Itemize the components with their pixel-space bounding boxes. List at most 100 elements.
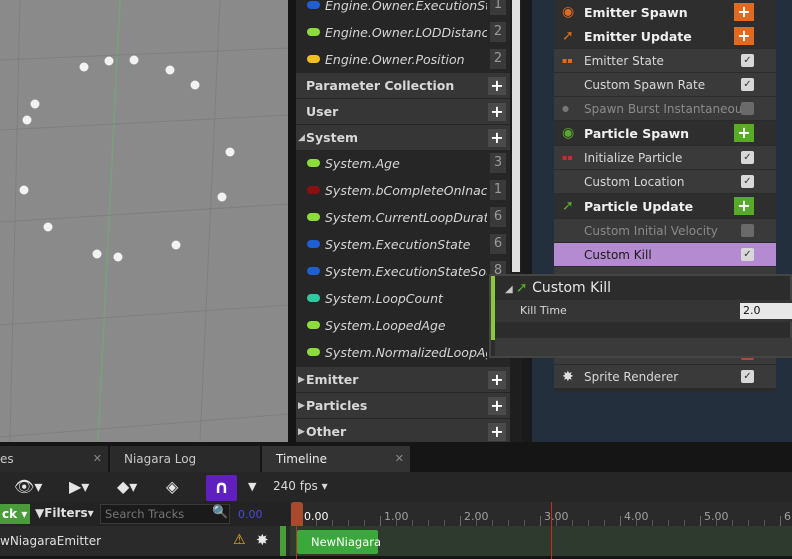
param-system-row[interactable]: System.CurrentLoopDuration6 xyxy=(296,204,510,230)
particle xyxy=(171,240,181,250)
close-icon[interactable]: ✕ xyxy=(395,446,404,472)
tab-niagara-log[interactable]: Niagara Log xyxy=(110,446,260,472)
play-icon[interactable]: ▶▾ xyxy=(69,475,89,499)
add-module-button[interactable]: + xyxy=(734,27,754,45)
stack-custom-location[interactable]: Custom Location ✓ xyxy=(554,169,776,193)
param-name: System.ExecutionStateSource xyxy=(325,263,487,279)
param-type-pill xyxy=(307,55,320,63)
param-engine-position[interactable]: Engine.Owner.Position 2 xyxy=(296,46,510,72)
stack-label: Custom Spawn Rate xyxy=(584,77,706,92)
param-count: 3 xyxy=(490,153,506,173)
category-particles[interactable]: ▶ Particles + xyxy=(296,393,510,418)
scrollbar-thumb[interactable] xyxy=(512,0,520,272)
param-name: System.LoopedAge xyxy=(325,317,446,333)
stack-particle-update[interactable]: ➚ Particle Update + xyxy=(554,194,776,218)
param-system-row[interactable]: System.LoopedAge xyxy=(296,312,510,338)
search-icon[interactable]: 🔍 xyxy=(212,505,228,520)
stack-custom-initial-velocity[interactable]: Custom Initial Velocity ✓ xyxy=(554,218,776,242)
timeline-clip[interactable]: NewNiagara xyxy=(297,530,382,554)
sequencer-toolbar: 👁▾ ▶▾ ◆▾ ◈ ∩ ▼ 240 fps ▾ xyxy=(0,472,792,502)
param-engine-execution-state[interactable]: Engine.Owner.ExecutionState 1 xyxy=(296,0,510,18)
param-name: Engine.Owner.LODDistance xyxy=(325,24,487,40)
param-count: 2 xyxy=(490,22,506,42)
add-system-parameter-button[interactable]: + xyxy=(488,128,506,147)
stack-initialize-particle[interactable]: ▪▪ Initialize Particle ✓ xyxy=(554,145,776,169)
stack-label: Particle Update xyxy=(584,198,694,214)
add-module-button[interactable]: + xyxy=(734,124,754,142)
magnet-icon[interactable]: ∩ xyxy=(206,475,237,501)
tab-left[interactable]: es ✕ xyxy=(0,446,108,472)
param-system-row[interactable]: System.ExecutionState 6 xyxy=(296,231,510,257)
stack-sprite-renderer[interactable]: ✸ Sprite Renderer ✓ xyxy=(554,364,776,388)
module-enabled-checkbox[interactable]: ✓ xyxy=(741,175,754,188)
add-module-button[interactable]: + xyxy=(734,3,754,21)
param-system-row[interactable]: System.NormalizedLoopAge xyxy=(296,339,510,365)
close-icon[interactable]: ✕ xyxy=(93,446,102,472)
category-parameter-collection[interactable]: Parameter Collection + xyxy=(296,73,510,98)
add-emitter-parameter-button[interactable]: + xyxy=(488,370,506,389)
param-system-row[interactable]: System.bCompleteOnInactive1 xyxy=(296,177,510,203)
stack-label: Custom Location xyxy=(584,174,685,189)
param-engine-lod-distance[interactable]: Engine.Owner.LODDistance 2 xyxy=(296,19,510,45)
ruler-tick xyxy=(460,516,461,526)
param-name: System.bCompleteOnInactive xyxy=(325,182,487,198)
module-enabled-checkbox[interactable]: ✓ xyxy=(741,248,754,261)
add-module-button[interactable]: + xyxy=(734,197,754,215)
chevron-down-icon[interactable]: ▼ xyxy=(248,475,256,499)
collapsed-triangle-icon[interactable]: ▶ xyxy=(298,401,305,411)
collapsed-triangle-icon[interactable]: ▶ xyxy=(298,427,305,437)
tab-timeline[interactable]: Timeline ✕ xyxy=(262,446,410,472)
module-enabled-checkbox[interactable]: ✓ xyxy=(741,370,754,383)
add-track-button[interactable]: ck ▾ xyxy=(0,504,30,524)
add-parameter-collection-button[interactable]: + xyxy=(488,76,506,95)
expanded-triangle-icon[interactable]: ◢ xyxy=(298,133,305,143)
param-system-row[interactable]: System.Age 3 xyxy=(296,150,510,176)
key-icon[interactable]: ◆▾ xyxy=(117,475,137,499)
module-enabled-checkbox[interactable]: ✓ xyxy=(741,78,754,91)
stack-custom-spawn-rate[interactable]: Custom Spawn Rate ✓ xyxy=(554,72,776,96)
playhead-handle[interactable] xyxy=(291,502,303,526)
module-enabled-checkbox[interactable]: ✓ xyxy=(741,102,754,115)
ruler-tick-label: 6.00 xyxy=(784,510,792,523)
clip-label: NewNiagara xyxy=(311,535,382,549)
preview-viewport[interactable] xyxy=(0,0,288,442)
module-enabled-checkbox[interactable]: ✓ xyxy=(741,54,754,67)
param-count: 1 xyxy=(490,180,506,200)
param-system-row[interactable]: System.LoopCount xyxy=(296,285,510,311)
kill-time-row: Kill Time 2.0 xyxy=(495,300,792,322)
parameters-scrollbar[interactable] xyxy=(510,0,522,442)
current-time-readout[interactable]: 0.00 xyxy=(238,508,263,521)
category-other[interactable]: ▶ Other + xyxy=(296,419,510,442)
add-user-parameter-button[interactable]: + xyxy=(488,102,506,121)
timeline-ruler[interactable]: 0.001.002.003.004.005.006.00 xyxy=(290,502,792,526)
kill-time-input[interactable]: 2.0 xyxy=(740,303,792,319)
add-particles-parameter-button[interactable]: + xyxy=(488,396,506,415)
track-row[interactable]: wNiagaraEmitter ⚠ ✸ xyxy=(0,526,290,556)
stack-emitter-spawn[interactable]: ◉ Emitter Spawn + xyxy=(554,0,776,24)
eye-icon[interactable]: 👁▾ xyxy=(14,475,42,499)
stack-emitter-update[interactable]: ➚ Emitter Update + xyxy=(554,24,776,48)
stack-particle-spawn[interactable]: ◉ Particle Spawn + xyxy=(554,121,776,145)
category-emitter[interactable]: ▶ Emitter + xyxy=(296,367,510,392)
stack-emitter-state[interactable]: ▪▪ Emitter State ✓ xyxy=(554,48,776,72)
module-enabled-checkbox[interactable]: ✓ xyxy=(741,224,754,237)
filters-dropdown[interactable]: ▼Filters▾ xyxy=(35,506,94,520)
emitter-icon: ✸ xyxy=(256,531,269,549)
category-user[interactable]: User + xyxy=(296,99,510,124)
category-label: Parameter Collection xyxy=(306,78,455,93)
fps-dropdown[interactable]: 240 fps ▾ xyxy=(273,479,328,493)
stack-custom-kill[interactable]: Custom Kill ✓ xyxy=(554,242,776,266)
param-system-row[interactable]: System.ExecutionStateSource8 xyxy=(296,258,510,284)
category-system[interactable]: ◢ System + xyxy=(296,125,510,150)
module-enabled-checkbox[interactable]: ✓ xyxy=(741,151,754,164)
collapsed-triangle-icon[interactable]: ▶ xyxy=(298,375,305,385)
collapse-triangle-icon[interactable]: ◢ xyxy=(505,284,516,295)
snap-key-icon[interactable]: ◈ xyxy=(166,475,178,499)
category-label: Other xyxy=(306,424,347,439)
param-count: 1 xyxy=(490,0,506,15)
emitter-graph[interactable]: ◉ Emitter Spawn + ➚ Emitter Update + ▪▪ … xyxy=(532,0,792,442)
stack-spawn-burst[interactable]: ● Spawn Burst Instantaneous ✓ xyxy=(554,96,776,120)
search-tracks-input[interactable]: Search Tracks xyxy=(100,504,230,524)
add-other-parameter-button[interactable]: + xyxy=(488,422,506,441)
param-name: System.CurrentLoopDuration xyxy=(325,209,487,225)
